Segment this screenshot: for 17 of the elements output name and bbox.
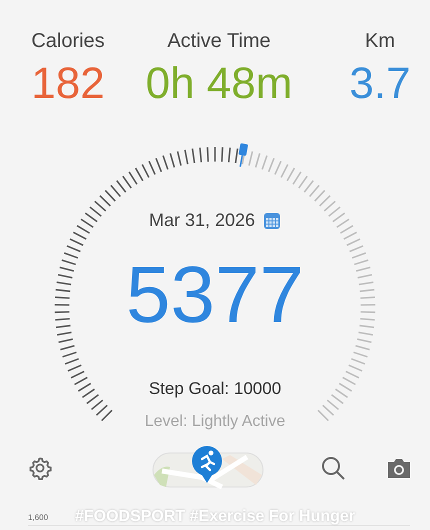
stat-label: Km (365, 29, 395, 54)
stat-value: 0h 48m (146, 58, 292, 110)
step-goal: Step Goal: 10000 (148, 378, 282, 400)
settings-icon[interactable] (28, 456, 52, 480)
search-icon[interactable] (320, 454, 346, 480)
stat-label: Active Time (167, 29, 271, 54)
axis-label: 1,600 (28, 513, 48, 522)
gauge-marker (238, 143, 248, 167)
stat-value: 3.7 (349, 58, 411, 110)
date-label[interactable]: Mar 31, 2026 (148, 207, 256, 234)
step-count: 5377 (126, 249, 304, 341)
activity-level: Level: Lightly Active (144, 412, 286, 432)
camera-icon[interactable] (386, 456, 412, 478)
calendar-icon[interactable] (263, 212, 282, 230)
map-run-button[interactable] (152, 445, 264, 490)
stat-value: 182 (31, 58, 105, 110)
stat-label: Calories (31, 29, 105, 54)
